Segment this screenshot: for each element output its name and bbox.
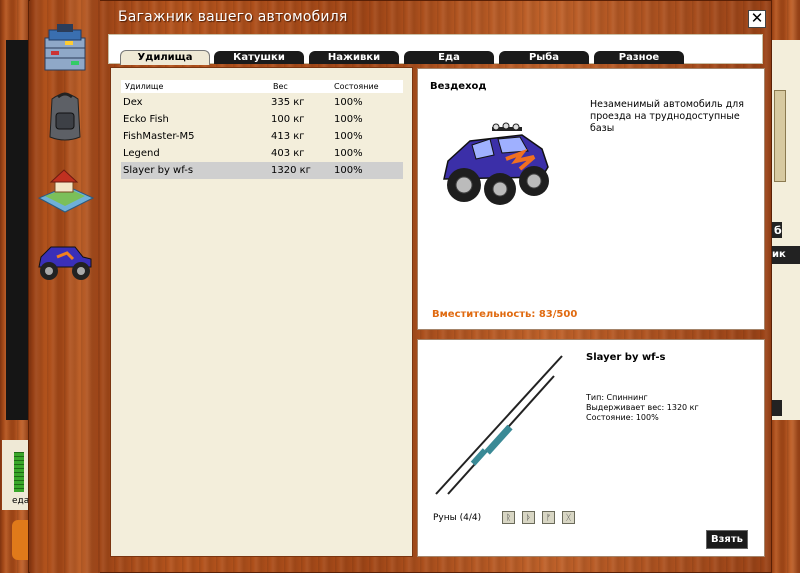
background-right-panel: б ик [770,0,800,573]
list-row[interactable]: Ecko Fish 100 кг 100% [121,111,403,128]
background-label-2: ик [772,249,786,260]
tab-reels[interactable]: Катушки [214,51,304,64]
tab-food[interactable]: Еда [404,51,494,64]
car-capacity: Вместительность: 83/500 [432,309,578,320]
sidebar-item-tackle-box[interactable] [30,18,100,78]
food-level-bar [14,452,24,492]
list-row[interactable]: Legend 403 кг 100% [121,145,403,162]
sidebar-item-car[interactable] [30,230,100,290]
tab-rods[interactable]: Удилища [120,50,210,65]
runes-label: Руны (4/4) [433,513,482,523]
tackle-box-icon [44,24,86,71]
item-name: Slayer by wf-s [586,352,666,363]
take-button[interactable]: Взять [706,530,748,549]
rune-icon[interactable]: ᚷ [562,511,575,524]
list-row[interactable]: Dex 335 кг 100% [121,94,403,111]
row-name: Ecko Fish [123,114,169,125]
list-row-selected[interactable]: Slayer by wf-s 1320 кг 100% [121,162,403,179]
list-row[interactable]: FishMaster-M5 413 кг 100% [121,128,403,145]
fishing-rod-icon [435,355,563,495]
row-state: 100% [334,131,363,142]
window-title: Багажник вашего автомобиля [118,9,348,25]
row-state: 100% [334,148,363,159]
rune-icon[interactable]: ᚱ [502,511,515,524]
car-description: Незаменимый автомобиль для проезда на тр… [590,99,744,134]
background-left-panel: еда [0,0,30,573]
car-info-panel: Вездеход Незаменимый автомобиль для прое… [417,68,765,330]
close-icon: ✕ [750,9,764,27]
column-header-name: Удилище [125,82,164,91]
rune-icon[interactable]: ᚦ [522,511,535,524]
row-state: 100% [334,97,363,108]
house-map-icon [37,169,95,213]
food-label: еда [12,496,30,506]
row-name: FishMaster-M5 [123,131,195,142]
rune-icon[interactable]: ᚠ [542,511,555,524]
tab-baits[interactable]: Наживки [309,51,399,64]
background-map-area [6,40,28,420]
row-name: Legend [123,148,160,159]
row-weight: 100 кг [271,114,305,125]
item-info-panel: Slayer by wf-s Тип: Спиннинг Выдерживает… [417,339,765,557]
column-header-weight: Вес [273,82,288,91]
row-weight: 335 кг [271,97,305,108]
row-weight: 403 кг [271,148,305,159]
row-name: Dex [123,97,143,108]
background-scrollbar [774,90,786,182]
row-weight: 1320 кг [271,165,311,176]
backpack-icon [49,92,81,141]
item-max-weight: Выдерживает вес: 1320 кг [586,403,699,412]
row-state: 100% [334,165,363,176]
item-condition: Состояние: 100% [586,413,659,422]
car-name: Вездеход [430,81,487,92]
sidebar-item-map[interactable] [30,160,100,220]
item-type: Тип: Спиннинг [586,393,648,402]
row-name: Slayer by wf-s [123,165,194,176]
background-label-1: б [774,224,782,237]
tab-misc[interactable]: Разное [594,51,684,64]
background-status-box: еда [2,440,30,510]
car-image [443,122,549,205]
sidebar [30,0,100,573]
row-state: 100% [334,114,363,125]
monster-truck-icon [443,122,549,205]
sidebar-item-backpack[interactable] [30,85,100,145]
monster-truck-icon [38,246,92,280]
tab-fish[interactable]: Рыба [499,51,589,64]
column-header-state: Состояние [334,82,379,91]
rod-list-panel: Удилище Вес Состояние Dex 335 кг 100% Ec… [110,67,413,557]
list-header: Удилище Вес Состояние [121,80,403,93]
row-weight: 413 кг [271,131,305,142]
close-button[interactable]: ✕ [748,10,766,28]
